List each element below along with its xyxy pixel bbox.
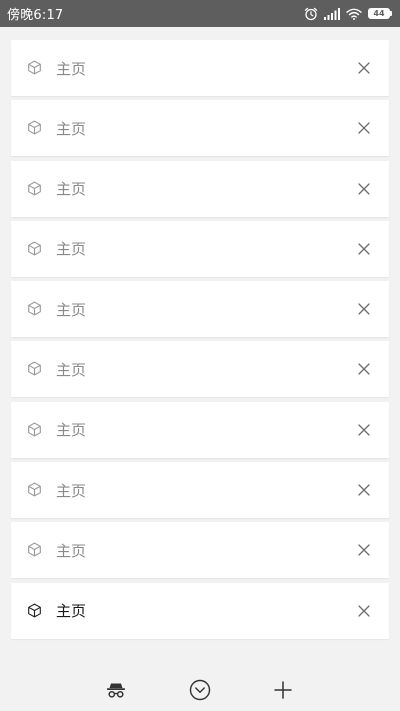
incognito-button[interactable]: [104, 678, 128, 702]
tab-card-3[interactable]: 主页: [11, 160, 389, 217]
cube-icon: [28, 241, 41, 256]
incognito-icon: [107, 683, 125, 698]
tab-card-2[interactable]: 主页: [11, 100, 389, 157]
close-tab-button[interactable]: [355, 240, 373, 258]
cube-icon: [28, 362, 41, 376]
close-tab-button[interactable]: [355, 360, 373, 378]
tab-title: 主页: [56, 360, 87, 379]
close-tab-button[interactable]: [355, 180, 373, 198]
tab-title: 主页: [56, 541, 87, 560]
battery-icon: 44: [368, 8, 392, 19]
cube-icon: [28, 603, 41, 618]
close-icon: [358, 182, 370, 195]
tab-title: 主页: [56, 300, 87, 319]
tab-title: 主页: [56, 59, 87, 78]
cube-icon: [28, 422, 41, 437]
close-icon: [358, 303, 370, 315]
tab-card-4[interactable]: 主页: [11, 220, 389, 277]
close-tab-button[interactable]: [355, 481, 373, 499]
tab-title: 主页: [56, 119, 87, 138]
status-bar: 傍晚6:17 44: [0, 0, 400, 27]
close-icon: [358, 605, 370, 617]
close-icon: [358, 243, 370, 255]
tab-card-8[interactable]: 主页: [11, 462, 389, 519]
collapse-tabs-button[interactable]: [188, 678, 212, 702]
close-icon: [358, 363, 370, 376]
bottom-toolbar: [0, 668, 400, 711]
close-icon: [358, 424, 370, 436]
add-tab-icon: [274, 681, 292, 699]
close-tab-button[interactable]: [355, 541, 373, 559]
cube-icon: [28, 482, 41, 497]
close-tab-button[interactable]: [355, 602, 373, 620]
signal-icon: [324, 7, 340, 20]
tab-title: 主页: [56, 421, 87, 440]
close-tab-button[interactable]: [355, 421, 373, 439]
tab-card-1[interactable]: 主页: [11, 40, 389, 96]
close-icon: [358, 544, 370, 557]
status-icons: 44: [304, 7, 392, 21]
tab-title: 主页: [56, 481, 87, 500]
tab-card-7[interactable]: 主页: [11, 401, 389, 458]
tab-list: 主页 主页 主页 主页 主页 主页 主页 主页 主页 主页: [11, 40, 389, 643]
alarm-icon: [304, 7, 318, 20]
cube-icon: [28, 301, 41, 316]
close-tab-button[interactable]: [355, 59, 373, 77]
close-icon: [358, 484, 370, 496]
battery-level: 44: [368, 8, 390, 19]
tab-card-9[interactable]: 主页: [11, 522, 389, 579]
tab-title: 主页: [56, 240, 87, 259]
wifi-icon: [346, 8, 362, 20]
cube-icon: [28, 542, 41, 557]
cube-icon: [28, 60, 41, 75]
status-time: 傍晚6:17: [7, 8, 64, 23]
tab-title: 主页: [56, 602, 87, 621]
tab-card-5[interactable]: 主页: [11, 281, 389, 338]
close-icon: [358, 122, 370, 134]
collapse-icon: [189, 679, 211, 701]
add-tab-button[interactable]: [271, 678, 295, 702]
close-tab-button[interactable]: [355, 300, 373, 318]
cube-icon: [28, 181, 41, 196]
tab-title: 主页: [56, 180, 87, 199]
cube-icon: [28, 120, 41, 135]
close-tab-button[interactable]: [355, 119, 373, 137]
tab-card-10[interactable]: 主页: [11, 582, 389, 639]
close-icon: [358, 62, 370, 74]
tab-card-6[interactable]: 主页: [11, 341, 389, 398]
